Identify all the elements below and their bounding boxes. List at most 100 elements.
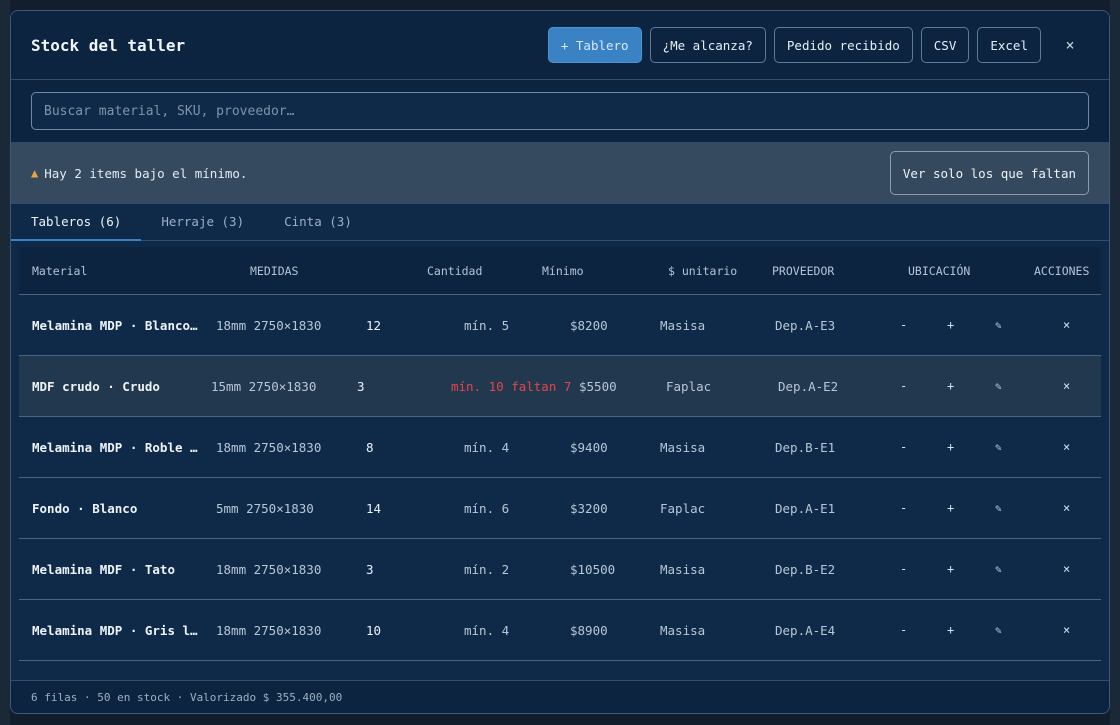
- increase-quantity-button[interactable]: +: [947, 356, 954, 416]
- location-cell: Dep.A-E2: [778, 378, 839, 394]
- table-row[interactable]: Fondo · Blanco 5mm 2750×1830 14 mín. 6 $3200…: [19, 478, 1101, 539]
- price-cell: $10500: [570, 561, 616, 577]
- background-left-strip: [0, 0, 10, 725]
- material-cell: Melamina MDP · Gris l…: [32, 622, 198, 638]
- delete-icon[interactable]: ×: [1063, 295, 1070, 355]
- increase-quantity-button[interactable]: +: [947, 539, 954, 599]
- alert-text: Hay 2 items bajo el mínimo.: [44, 165, 248, 181]
- edit-icon[interactable]: ✎: [995, 356, 1002, 416]
- tab-herraje[interactable]: Herraje (3): [141, 204, 264, 241]
- edit-icon[interactable]: ✎: [995, 600, 1002, 660]
- column-header-precio[interactable]: $ unitario: [668, 264, 737, 278]
- decrease-quantity-button[interactable]: -: [900, 600, 907, 660]
- alert-message: ▲ Hay 2 items bajo el mínimo.: [31, 166, 890, 181]
- medidas-cell: 18mm 2750×1830: [216, 439, 322, 455]
- location-cell: Dep.A-E4: [775, 622, 836, 638]
- warning-icon: ▲: [31, 166, 39, 180]
- minimum-cell: mín. 2: [464, 561, 510, 577]
- quantity-cell: 3: [366, 561, 374, 577]
- location-cell: Dep.A-E1: [775, 500, 836, 516]
- supplier-cell: Masisa: [660, 622, 706, 638]
- table-footer: 6 filas · 50 en stock · Valorizado $ 355…: [11, 680, 1109, 713]
- minimum-cell: mín. 5: [464, 317, 510, 333]
- search-bar: [11, 80, 1109, 143]
- table-row[interactable]: Melamina MDP · Blanco… 18mm 2750×1830 12 mí…: [19, 295, 1101, 356]
- add-board-button[interactable]: + Tablero: [547, 27, 642, 63]
- supplier-cell: Masisa: [660, 439, 706, 455]
- show-missing-only-button[interactable]: Ver solo los que faltan: [889, 151, 1089, 195]
- column-header-cantidad[interactable]: Cantidad: [427, 264, 482, 278]
- minimum-cell: mín. 6: [464, 500, 510, 516]
- column-header-ubicacion[interactable]: UBICACIÓN: [908, 264, 970, 278]
- order-received-button[interactable]: Pedido recibido: [773, 27, 913, 63]
- minimum-cell: mín. 4: [464, 622, 510, 638]
- quantity-cell: 10: [366, 622, 382, 638]
- table-header: Material MEDIDAS Cantidad Mínimo $ unita…: [19, 247, 1101, 295]
- table-body: Melamina MDP · Blanco… 18mm 2750×1830 12 mí…: [19, 295, 1101, 661]
- material-cell: Melamina MDP · Roble …: [32, 439, 198, 455]
- column-header-acciones: ACCIONES: [1034, 263, 1090, 278]
- stock-table: Material MEDIDAS Cantidad Mínimo $ unita…: [19, 247, 1101, 661]
- price-cell: $8900: [570, 622, 608, 638]
- edit-icon[interactable]: ✎: [995, 539, 1002, 599]
- decrease-quantity-button[interactable]: -: [900, 539, 907, 599]
- price-cell: $8200: [570, 317, 608, 333]
- delete-icon[interactable]: ×: [1063, 478, 1070, 538]
- table-row[interactable]: Melamina MDF · Tato 18mm 2750×1830 3 mín. 2…: [19, 539, 1101, 600]
- decrease-quantity-button[interactable]: -: [900, 295, 907, 355]
- background-right-strip: [1110, 0, 1120, 725]
- decrease-quantity-button[interactable]: -: [900, 478, 907, 538]
- price-cell: $9400: [570, 439, 608, 455]
- location-cell: Dep.A-E3: [775, 317, 836, 333]
- supplier-cell: Faplac: [666, 378, 712, 394]
- medidas-cell: 15mm 2750×1830: [211, 378, 317, 394]
- edit-icon[interactable]: ✎: [995, 478, 1002, 538]
- tab-cinta[interactable]: Cinta (3): [264, 204, 372, 241]
- increase-quantity-button[interactable]: +: [947, 478, 954, 538]
- table-row[interactable]: Melamina MDP · Gris l… 18mm 2750×1830 10 mí…: [19, 600, 1101, 661]
- column-header-medidas[interactable]: MEDIDAS: [250, 264, 298, 278]
- stock-modal: Stock del taller + Tablero ¿Me alcanza? …: [10, 10, 1110, 714]
- location-cell: Dep.B-E2: [775, 561, 836, 577]
- modal-title: Stock del taller: [31, 35, 186, 55]
- price-cell: $5500: [579, 378, 617, 394]
- material-cell: Melamina MDF · Tato: [32, 561, 175, 577]
- material-cell: Melamina MDP · Blanco…: [32, 317, 198, 333]
- price-cell: $3200: [570, 500, 608, 516]
- supplier-cell: Masisa: [660, 317, 706, 333]
- increase-quantity-button[interactable]: +: [947, 295, 954, 355]
- decrease-quantity-button[interactable]: -: [900, 417, 907, 477]
- column-header-material[interactable]: Material: [32, 264, 87, 278]
- enough-check-button[interactable]: ¿Me alcanza?: [649, 27, 766, 63]
- quantity-cell: 12: [366, 317, 382, 333]
- supplier-cell: Faplac: [660, 500, 706, 516]
- column-header-proveedor[interactable]: PROVEEDOR: [772, 264, 834, 278]
- export-csv-button[interactable]: CSV: [920, 27, 970, 63]
- location-cell: Dep.B-E1: [775, 439, 836, 455]
- increase-quantity-button[interactable]: +: [947, 600, 954, 660]
- delete-icon[interactable]: ×: [1063, 417, 1070, 477]
- delete-icon[interactable]: ×: [1063, 600, 1070, 660]
- export-excel-button[interactable]: Excel: [977, 27, 1041, 63]
- column-header-minimo[interactable]: Mínimo: [542, 264, 584, 278]
- low-stock-alert: ▲ Hay 2 items bajo el mínimo. Ver solo l…: [11, 143, 1109, 204]
- search-input[interactable]: [31, 92, 1089, 130]
- decrease-quantity-button[interactable]: -: [900, 356, 907, 416]
- medidas-cell: 18mm 2750×1830: [216, 561, 322, 577]
- delete-icon[interactable]: ×: [1063, 539, 1070, 599]
- tab-tableros[interactable]: Tableros (6): [11, 204, 142, 241]
- minimum-cell: mín. 4: [464, 439, 510, 455]
- table-row[interactable]: Melamina MDP · Roble … 18mm 2750×1830 8 mín…: [19, 417, 1101, 478]
- medidas-cell: 5mm 2750×1830: [216, 500, 314, 516]
- edit-icon[interactable]: ✎: [995, 417, 1002, 477]
- close-icon[interactable]: ×: [1051, 27, 1089, 63]
- table-row[interactable]: MDF crudo · Crudo 15mm 2750×1830 3 mín. 10 …: [19, 356, 1101, 417]
- supplier-cell: Masisa: [660, 561, 706, 577]
- footer-summary: 6 filas · 50 en stock · Valorizado $ 355…: [31, 690, 343, 704]
- increase-quantity-button[interactable]: +: [947, 417, 954, 477]
- quantity-cell: 8: [366, 439, 374, 455]
- category-tabs: Tableros (6) Herraje (3) Cinta (3): [11, 204, 1109, 241]
- delete-icon[interactable]: ×: [1063, 356, 1070, 416]
- edit-icon[interactable]: ✎: [995, 295, 1002, 355]
- minimum-cell: mín. 10 faltan 7: [451, 378, 572, 394]
